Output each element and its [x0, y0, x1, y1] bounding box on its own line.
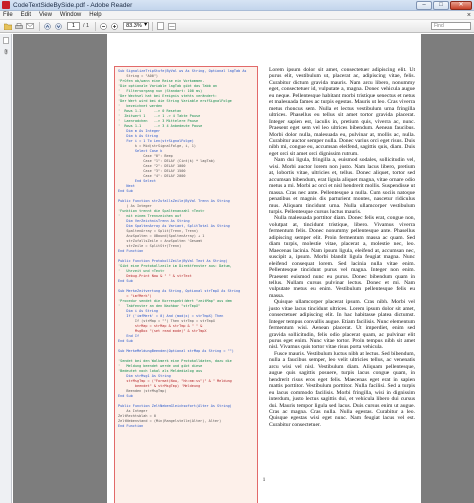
email-icon[interactable]: [25, 22, 34, 31]
body-text-column: Lorem ipsum dolor sit amet, consectetuer…: [269, 67, 415, 428]
window-title: CodeTextSideBySide.pdf - Adobe Reader: [13, 1, 133, 9]
code-line: Sub MerkeMeldungBeenden(Optional strMap …: [118, 349, 234, 353]
fit-page-icon[interactable]: [156, 22, 165, 31]
document-close-icon[interactable]: ×: [467, 11, 471, 20]
window-titlebar: CodeTextSideBySide.pdf - Adobe Reader – …: [0, 0, 474, 11]
print-icon[interactable]: [14, 22, 23, 31]
zoom-in-icon[interactable]: [110, 22, 119, 31]
page-total: / 1: [83, 23, 90, 29]
page-number-input[interactable]: 1: [67, 22, 80, 30]
menu-window[interactable]: Window: [60, 12, 81, 18]
window-controls: – □ ✕: [416, 1, 472, 10]
close-button[interactable]: ✕: [450, 1, 472, 10]
code-line: End Function: [118, 424, 144, 428]
fit-width-icon[interactable]: [167, 22, 176, 31]
document-viewport[interactable]: Sub SignalizeTripStufe(ByVal ws As Strin…: [13, 34, 474, 503]
toolbar-separator: [152, 21, 154, 31]
adobe-reader-icon: [2, 1, 10, 9]
menu-view[interactable]: View: [39, 12, 52, 18]
pages-panel-icon[interactable]: [2, 37, 10, 45]
open-icon[interactable]: [3, 22, 12, 31]
toolbar-separator: [39, 21, 40, 31]
code-listing: Sub SignalizeTripStufe(ByVal ws As Strin…: [114, 66, 258, 503]
minimize-button[interactable]: –: [416, 1, 432, 10]
menu-edit[interactable]: Edit: [21, 12, 31, 18]
maximize-button[interactable]: □: [433, 1, 449, 10]
zoom-out-icon[interactable]: [99, 22, 108, 31]
paragraph: Nulla malesuada porttitor diam. Donec fe…: [269, 215, 415, 299]
next-page-icon[interactable]: [54, 22, 63, 31]
find-input[interactable]: Find: [431, 22, 471, 30]
toolbar-separator: [95, 21, 97, 31]
zoom-level-select[interactable]: 83.3%: [123, 22, 150, 30]
navigation-pane: [0, 34, 12, 503]
menu-help[interactable]: Help: [89, 12, 101, 18]
attachments-icon[interactable]: [2, 48, 10, 56]
previous-page-icon[interactable]: [43, 22, 52, 31]
paragraph: Fusce mauris. Vestibulum luctus nibh at …: [269, 350, 415, 428]
page-number: 1: [262, 477, 266, 483]
menu-file[interactable]: File: [3, 12, 13, 18]
paragraph: Lorem ipsum dolor sit amet, consectetuer…: [269, 67, 415, 157]
pdf-page: Sub SignalizeTripStufe(ByVal ws As Strin…: [107, 34, 421, 503]
menu-bar: File Edit View Window Help ×: [0, 11, 474, 20]
paragraph: Quisque ullamcorper placerat ipsum. Cras…: [269, 299, 415, 351]
paragraph: Nam dui ligula, fringilla a, euismod sod…: [269, 157, 415, 215]
toolbar: 1 / 1 83.3% Find: [0, 20, 474, 33]
